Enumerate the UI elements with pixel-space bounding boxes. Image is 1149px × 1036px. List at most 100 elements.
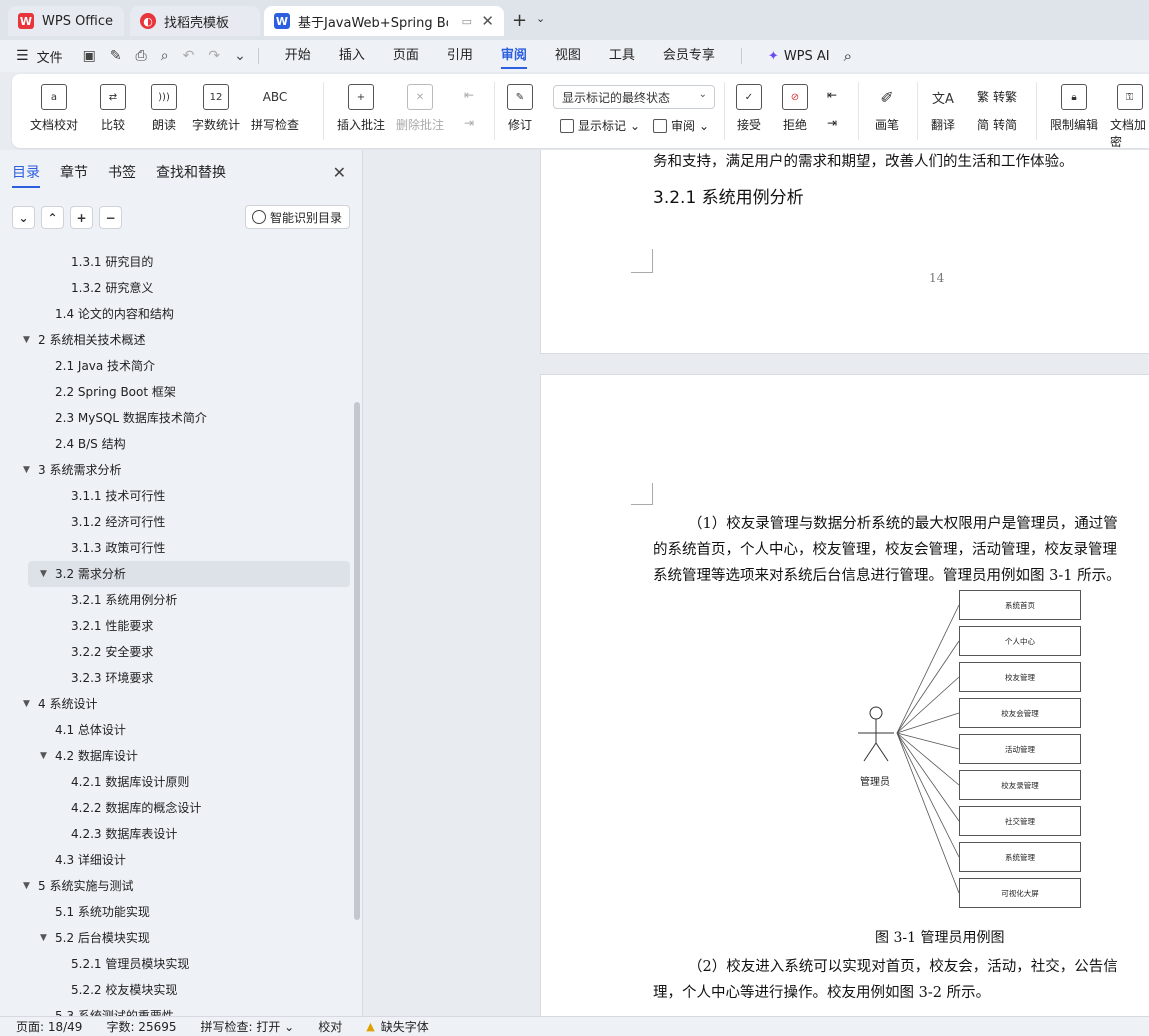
expand-triangle-icon[interactable]: ▼: [40, 561, 47, 587]
doc-encrypt-button[interactable]: ⚿ 文档加密: [1110, 84, 1149, 150]
collapse-down-icon[interactable]: ⌄: [12, 206, 35, 229]
doc-check-button[interactable]: a 文档校对: [30, 84, 78, 133]
tab-template[interactable]: ◐ 找稻壳模板: [130, 6, 260, 36]
save-icon[interactable]: ▣: [83, 48, 96, 64]
tab-toc[interactable]: 目录: [12, 162, 40, 188]
accept-button[interactable]: ✓ 接受: [736, 84, 762, 133]
menu-page[interactable]: 页面: [379, 40, 433, 72]
menu-references[interactable]: 引用: [433, 40, 487, 72]
proof-status[interactable]: 校对: [318, 1018, 342, 1035]
delete-comment-button[interactable]: ✕ 删除批注: [396, 84, 444, 133]
to-traditional-button[interactable]: 繁 转繁: [977, 88, 1017, 105]
show-markup-button[interactable]: 显示标记 ⌄: [560, 117, 640, 134]
toc-item[interactable]: 2.2 Spring Boot 框架: [0, 379, 352, 405]
remove-heading-icon[interactable]: −: [99, 206, 122, 229]
reject-button[interactable]: ⊘ 拒绝: [782, 84, 808, 133]
print-icon[interactable]: ⎙: [136, 48, 147, 64]
missing-font-status[interactable]: 缺失字体: [381, 1018, 429, 1035]
monitor-icon[interactable]: ▭: [462, 15, 472, 28]
compare-button[interactable]: ⇄ 比较: [100, 84, 126, 133]
menu-review[interactable]: 审阅: [487, 40, 541, 72]
toc-item[interactable]: 3.1.3 政策可行性: [0, 535, 352, 561]
toc-item[interactable]: 3.2.1 系统用例分析: [0, 587, 352, 613]
format-painter-icon[interactable]: ✎: [110, 48, 122, 64]
revise-button[interactable]: ✎ 修订: [507, 84, 533, 133]
toc-item[interactable]: 5.1 系统功能实现: [0, 899, 352, 925]
new-tab-icon[interactable]: +: [512, 10, 527, 31]
toc-item[interactable]: 3.2.1 性能要求: [0, 613, 352, 639]
pen-button[interactable]: ✐ 画笔: [874, 84, 900, 133]
toc-item[interactable]: 4.2.1 数据库设计原则: [0, 769, 352, 795]
menu-view[interactable]: 视图: [541, 40, 595, 72]
smart-toc-button[interactable]: 智能识别目录: [244, 205, 350, 229]
word-count-button[interactable]: 12 字数统计: [192, 84, 240, 133]
expand-triangle-icon[interactable]: ▼: [23, 873, 30, 899]
next-change-icon[interactable]: ⇥: [827, 116, 837, 130]
undo-icon[interactable]: ↶: [183, 48, 195, 64]
tab-bookmarks[interactable]: 书签: [108, 162, 136, 188]
toc-item[interactable]: 2.4 B/S 结构: [0, 431, 352, 457]
toc-item[interactable]: ▼ 3 系统需求分析: [0, 457, 352, 483]
spell-check-status[interactable]: 拼写检查: 打开 ⌄: [201, 1018, 295, 1035]
next-comment-icon[interactable]: ⇥: [464, 116, 474, 130]
prev-comment-icon[interactable]: ⇤: [464, 88, 474, 102]
translate-button[interactable]: 文A 翻译: [930, 84, 956, 133]
toc-item[interactable]: 2.1 Java 技术简介: [0, 353, 352, 379]
toc-item[interactable]: ▼ 4 系统设计: [0, 691, 352, 717]
restrict-edit-button[interactable]: 🔒︎ 限制编辑: [1050, 84, 1098, 133]
toc-item[interactable]: 3.1.2 经济可行性: [0, 509, 352, 535]
toc-item[interactable]: 5.2.2 校友模块实现: [0, 977, 352, 1003]
toc-item[interactable]: 2.3 MySQL 数据库技术简介: [0, 405, 352, 431]
chevron-down-icon[interactable]: ⌄: [536, 12, 545, 25]
toc-item[interactable]: ▼ 5.2 后台模块实现: [0, 925, 352, 951]
toc-item[interactable]: ▼ 4.2 数据库设计: [0, 743, 352, 769]
toc-item[interactable]: ▼ 5 系统实施与测试: [0, 873, 352, 899]
menu-tools[interactable]: 工具: [595, 40, 649, 72]
toc-item[interactable]: 3.2.3 环境要求: [0, 665, 352, 691]
tab-chapters[interactable]: 章节: [60, 162, 88, 188]
read-aloud-button[interactable]: ))) 朗读: [151, 84, 177, 133]
toc-item[interactable]: ▼ 3.2 需求分析: [28, 561, 350, 587]
toc-item[interactable]: 5.3 系统测试的重要性: [0, 1003, 352, 1016]
markup-state-select[interactable]: 显示标记的最终状态 ⌄: [553, 85, 715, 109]
tab-document[interactable]: W 基于JavaWeb+Spring Boot的 ▭ ✕: [264, 6, 504, 36]
toc-item[interactable]: 5.2.1 管理员模块实现: [0, 951, 352, 977]
menu-insert[interactable]: 插入: [325, 40, 379, 72]
redo-icon[interactable]: ↷: [208, 48, 220, 64]
file-menu[interactable]: ☰ 文件: [16, 47, 63, 66]
spell-check-button[interactable]: ABC 拼写检查: [251, 84, 299, 133]
toc-item[interactable]: 3.2.2 安全要求: [0, 639, 352, 665]
expand-triangle-icon[interactable]: ▼: [40, 925, 47, 951]
toc-item[interactable]: 4.2.3 数据库表设计: [0, 821, 352, 847]
close-icon[interactable]: ✕: [333, 163, 346, 182]
toc-item[interactable]: 1.4 论文的内容和结构: [0, 301, 352, 327]
toc-item[interactable]: 1.3.1 研究目的: [0, 249, 352, 275]
toc-item[interactable]: 1.3.2 研究意义: [0, 275, 352, 301]
print-preview-icon[interactable]: ⌕: [161, 48, 169, 64]
page-indicator[interactable]: 页面: 18/49: [16, 1018, 82, 1035]
expand-triangle-icon[interactable]: ▼: [23, 457, 30, 483]
menu-member[interactable]: 会员专享: [649, 40, 729, 72]
review-pane-button[interactable]: 审阅 ⌄: [653, 117, 709, 134]
toc-item[interactable]: ▼ 2 系统相关技术概述: [0, 327, 352, 353]
expand-triangle-icon[interactable]: ▼: [40, 743, 47, 769]
menu-home[interactable]: 开始: [271, 40, 325, 72]
insert-comment-button[interactable]: + 插入批注: [337, 84, 385, 133]
expand-triangle-icon[interactable]: ▼: [23, 691, 30, 717]
toc-item[interactable]: 4.1 总体设计: [0, 717, 352, 743]
expand-up-icon[interactable]: ⌃: [41, 206, 64, 229]
prev-change-icon[interactable]: ⇤: [827, 88, 837, 102]
close-tab-icon[interactable]: ✕: [481, 12, 494, 30]
toc-item[interactable]: 4.3 详细设计: [0, 847, 352, 873]
wps-ai-button[interactable]: ✦ WPS AI: [768, 49, 830, 64]
toc-item[interactable]: 3.1.1 技术可行性: [0, 483, 352, 509]
toc-item[interactable]: 4.2.2 数据库的概念设计: [0, 795, 352, 821]
add-heading-icon[interactable]: +: [70, 206, 93, 229]
tab-wps-office[interactable]: W WPS Office: [8, 6, 124, 36]
tab-find-replace[interactable]: 查找和替换: [156, 162, 226, 188]
scrollbar[interactable]: [354, 402, 360, 920]
expand-triangle-icon[interactable]: ▼: [23, 327, 30, 353]
to-simplified-button[interactable]: 简 转简: [977, 116, 1017, 133]
more-chevron-icon[interactable]: ⌄: [234, 48, 246, 64]
search-icon[interactable]: ⌕: [844, 47, 852, 65]
